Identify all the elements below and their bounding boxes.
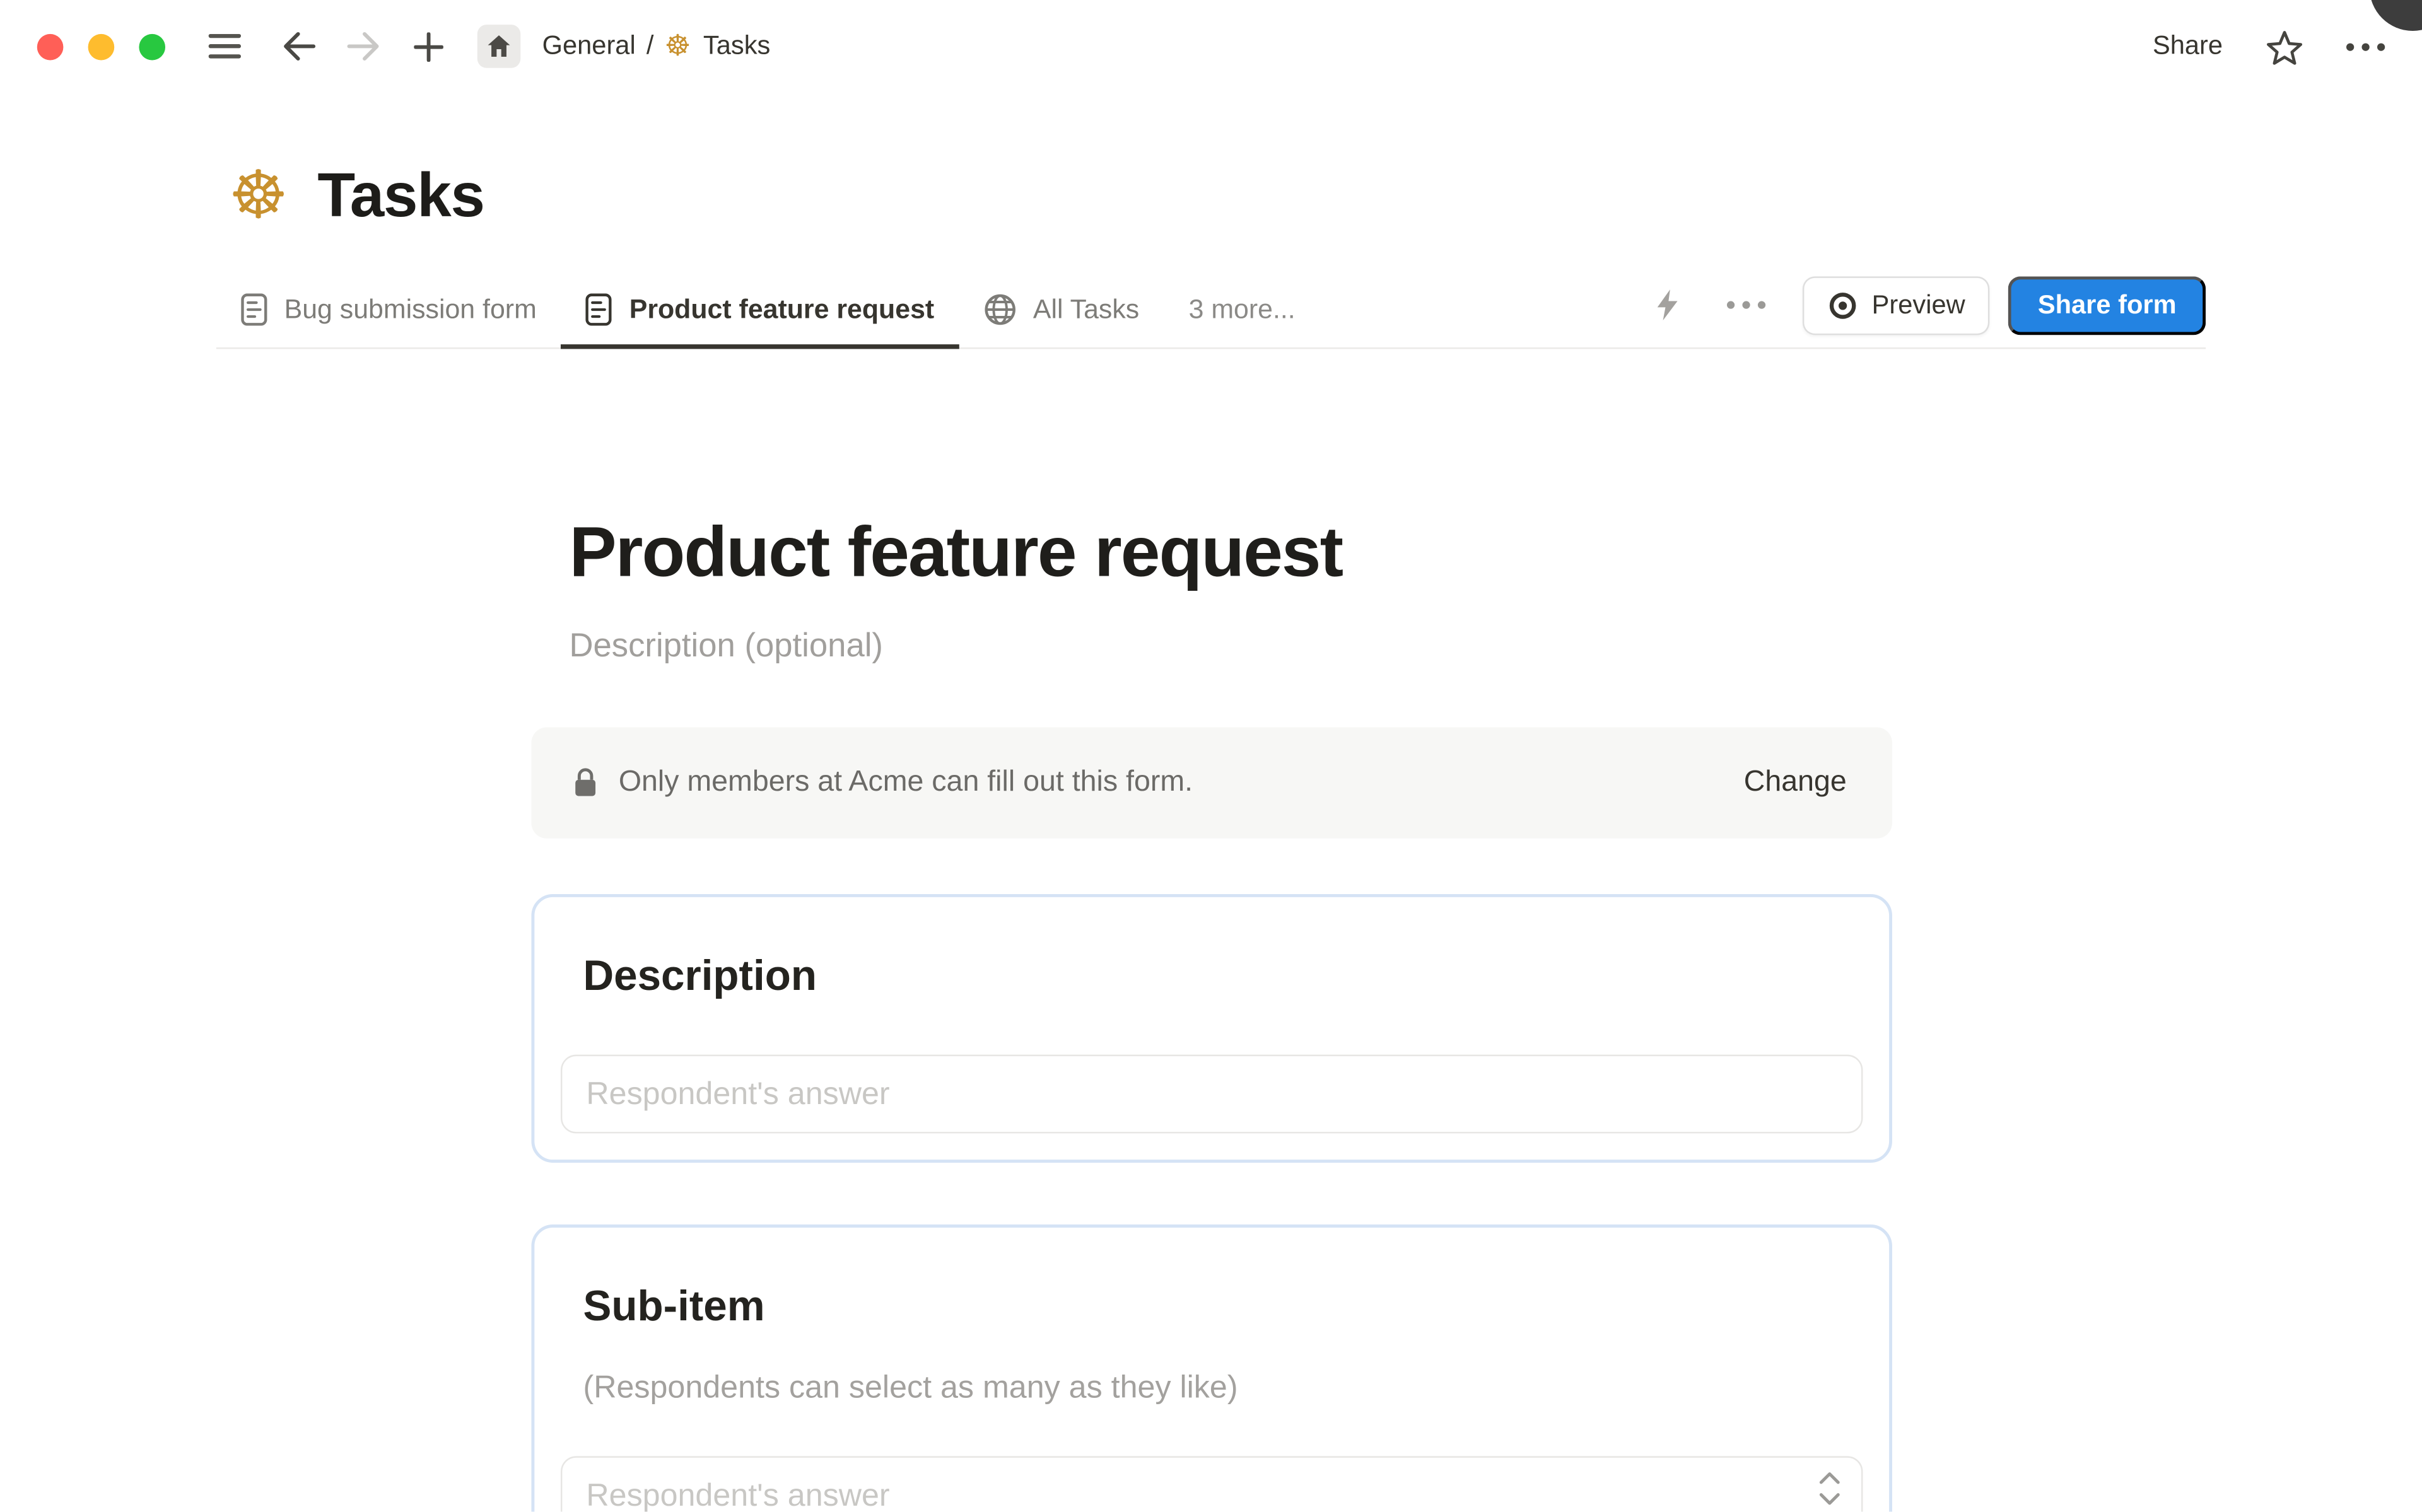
more-options-button[interactable] xyxy=(2346,42,2385,50)
plus-icon xyxy=(413,32,443,61)
sidebar-toggle-button[interactable] xyxy=(202,25,246,68)
tab-label: Bug submission form xyxy=(284,293,537,325)
breadcrumb-separator: / xyxy=(646,30,654,61)
form-icon xyxy=(586,293,612,326)
automations-button[interactable] xyxy=(1646,283,1690,327)
dot xyxy=(1726,301,1735,309)
star-icon xyxy=(2267,30,2303,64)
form-title[interactable]: Product feature request xyxy=(530,509,1892,593)
form-description-placeholder[interactable]: Description (optional) xyxy=(530,627,1892,665)
lock-icon xyxy=(575,768,595,796)
arrow-left-icon xyxy=(283,32,315,61)
minimize-window-button[interactable] xyxy=(88,33,115,60)
window-titlebar: General / ☸ Tasks Share xyxy=(0,0,2422,93)
access-notice-text: Only members at Acme can fill out this f… xyxy=(618,765,1193,799)
form-access-notice: Only members at Acme can fill out this f… xyxy=(530,727,1892,839)
notion-app-window: General / ☸ Tasks Share ☸ Tasks Bug subm… xyxy=(0,0,2422,1512)
change-access-button[interactable]: Change xyxy=(1744,766,1847,800)
tab-label: All Tasks xyxy=(1033,293,1140,325)
tab-bug-submission-form[interactable]: Bug submission form xyxy=(216,272,561,347)
forward-button[interactable] xyxy=(341,25,385,68)
page-header: ☸ Tasks xyxy=(216,162,2206,231)
question-label[interactable]: Sub-item xyxy=(583,1282,1862,1331)
preview-button[interactable]: Preview xyxy=(1802,276,1990,335)
eye-icon xyxy=(1829,291,1856,318)
view-actions: Preview Share form xyxy=(1646,272,2206,347)
tab-all-tasks[interactable]: All Tasks xyxy=(959,272,1164,347)
answer-input-sub-item[interactable] xyxy=(559,1456,1863,1512)
share-form-button[interactable]: Share form xyxy=(2008,276,2206,335)
dot xyxy=(1757,301,1765,309)
question-card-sub-item[interactable]: Sub-item (Respondents can select as many… xyxy=(530,1224,1892,1512)
form-editor: Product feature request Description (opt… xyxy=(530,509,1892,1512)
form-icon xyxy=(241,293,267,326)
view-tabs: Bug submission form Product feature requ… xyxy=(216,272,1320,349)
breadcrumb: General / ☸ Tasks xyxy=(542,31,771,62)
back-button[interactable] xyxy=(276,25,320,68)
home-button[interactable] xyxy=(477,25,521,68)
favorite-button[interactable] xyxy=(2263,25,2307,68)
question-hint: (Respondents can select as many as they … xyxy=(583,1370,1238,1405)
ship-wheel-icon: ☸ xyxy=(664,30,691,63)
more-tabs-button[interactable]: 3 more... xyxy=(1164,272,1320,347)
dot xyxy=(2346,42,2355,50)
answer-input-description[interactable] xyxy=(559,1054,1863,1134)
lightning-icon xyxy=(1658,289,1678,321)
page-title[interactable]: Tasks xyxy=(317,162,485,231)
breadcrumb-workspace[interactable]: General xyxy=(542,31,636,62)
fullscreen-window-button[interactable] xyxy=(139,33,166,60)
dot xyxy=(1741,301,1750,309)
tab-product-feature-request[interactable]: Product feature request xyxy=(561,272,960,349)
question-card-description[interactable]: Description xyxy=(530,893,1892,1163)
select-chevron-icon xyxy=(1817,1470,1840,1507)
page-body: ☸ Tasks Bug submission form Product feat… xyxy=(0,93,2422,1512)
breadcrumb-page[interactable]: Tasks xyxy=(703,31,770,62)
arrow-right-icon xyxy=(346,32,378,61)
question-label[interactable]: Description xyxy=(583,951,1862,1001)
hamburger-icon xyxy=(208,33,240,59)
home-icon xyxy=(488,35,510,57)
view-tabbar: Bug submission form Product feature requ… xyxy=(216,272,2206,349)
window-controls xyxy=(37,33,166,60)
close-window-button[interactable] xyxy=(37,33,64,60)
ship-wheel-icon[interactable]: ☸ xyxy=(228,163,288,230)
dot xyxy=(2377,42,2385,50)
view-options-button[interactable] xyxy=(1726,301,1765,309)
globe-icon xyxy=(985,294,1015,325)
titlebar-actions: Share xyxy=(2153,25,2385,68)
new-page-button[interactable] xyxy=(406,25,450,68)
preview-button-label: Preview xyxy=(1871,289,1965,319)
dot xyxy=(2361,42,2370,50)
tab-label: Product feature request xyxy=(629,293,935,325)
share-button[interactable]: Share xyxy=(2153,31,2223,62)
